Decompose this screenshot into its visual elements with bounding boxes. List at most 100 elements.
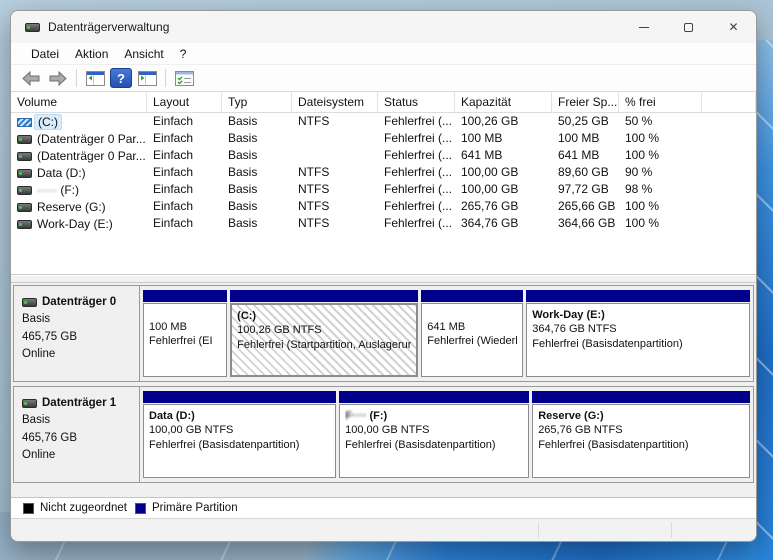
- redacted-volume-name: ·····: [37, 183, 57, 197]
- type-cell: Basis: [228, 199, 258, 213]
- layout-cell: Einfach: [153, 216, 194, 230]
- free-cell: 265,66 GB: [558, 199, 616, 213]
- volume-name-cell: (C:): [11, 113, 147, 130]
- column-header-dateisystem[interactable]: Dateisystem: [292, 92, 378, 112]
- disk-size: 465,75 GB: [22, 330, 77, 343]
- disk-type: Basis: [22, 313, 51, 326]
- volume-row-c[interactable]: (C:) Einfach Basis NTFS Fehlerfrei (... …: [11, 113, 756, 130]
- capacity-cell: 100,00 GB: [461, 165, 519, 179]
- disk-size: 465,76 GB: [22, 431, 77, 444]
- column-header-kapazitaet[interactable]: Kapazität: [455, 92, 552, 112]
- column-header-status[interactable]: Status: [378, 92, 455, 112]
- toolbar-separator: [76, 69, 77, 87]
- column-header-layout[interactable]: Layout: [147, 92, 222, 112]
- toolbar: ?: [11, 65, 756, 92]
- partition-status: Fehlerfrei (Basisdatenpartition): [532, 337, 683, 350]
- partition-status: Fehlerfrei (EI: [149, 335, 213, 348]
- fs-cell: NTFS: [298, 216, 330, 230]
- pane-splitter[interactable]: [11, 274, 756, 283]
- free-cell: 641 MB: [558, 148, 600, 162]
- partition-status: Fehlerfrei (Basisdatenpartition): [538, 438, 689, 451]
- disk-status: Online: [22, 347, 56, 360]
- partition-title: (C:): [237, 310, 257, 322]
- partition-size: 641 MB: [427, 321, 466, 333]
- toolbar-separator: [165, 69, 166, 87]
- disk-name: Datenträger 0: [42, 296, 117, 308]
- forward-arrow-icon: [49, 70, 67, 86]
- volume-list-pane: Volume Layout Typ Dateisystem Status Kap…: [11, 92, 756, 274]
- disk-graphical-pane: Datenträger 0 Basis 465,75 GB Online 100…: [11, 283, 756, 497]
- volume-name-cell: ····· (F:): [11, 181, 147, 198]
- menu-datei[interactable]: Datei: [23, 45, 67, 63]
- column-header-freier-sp[interactable]: Freier Sp...: [552, 92, 619, 112]
- type-cell: Basis: [228, 114, 258, 128]
- volume-name-cell: Work-Day (E:): [11, 215, 147, 232]
- customize-view-button[interactable]: [172, 67, 196, 89]
- disk-1-row: Datenträger 1 Basis 465,76 GB Online Dat…: [13, 386, 754, 483]
- show-action-pane-button[interactable]: [135, 67, 159, 89]
- partition-size: 265,76 GB NTFS: [538, 424, 623, 437]
- fs-cell: NTFS: [298, 182, 330, 196]
- partition-size: 100,00 GB NTFS: [345, 424, 430, 437]
- partition-title: Work-Day (E:): [532, 309, 605, 321]
- forward-button[interactable]: [46, 67, 70, 89]
- primary-partition-bar: [421, 290, 524, 302]
- volume-icon: [17, 185, 32, 195]
- legend-primary-partition: Primäre Partition: [134, 502, 238, 514]
- menu-aktion[interactable]: Aktion: [67, 45, 116, 63]
- free-cell: 97,72 GB: [558, 182, 609, 196]
- layout-cell: Einfach: [153, 199, 194, 213]
- maximize-button[interactable]: [666, 11, 711, 43]
- volume-icon: [17, 202, 32, 212]
- column-header-pct-frei[interactable]: % frei: [619, 92, 702, 112]
- primary-partition-bar: [143, 391, 337, 403]
- partition-title: Data (D:): [149, 410, 195, 422]
- menu-help[interactable]: ?: [172, 45, 195, 63]
- partition-data-d[interactable]: Data (D:) 100,00 GB NTFS Fehlerfrei (Bas…: [143, 391, 337, 478]
- volume-list-header: Volume Layout Typ Dateisystem Status Kap…: [11, 92, 756, 113]
- close-button[interactable]: ✕: [711, 11, 756, 43]
- column-header-volume[interactable]: Volume: [11, 92, 147, 112]
- volume-row-data-d[interactable]: Data (D:) Einfach Basis NTFS Fehlerfrei …: [11, 164, 756, 181]
- partition-efi[interactable]: 100 MB Fehlerfrei (EI: [143, 290, 228, 377]
- help-icon: ?: [117, 70, 125, 86]
- disk-0-row: Datenträger 0 Basis 465,75 GB Online 100…: [13, 285, 754, 382]
- type-cell: Basis: [228, 148, 258, 162]
- show-console-tree-button[interactable]: [83, 67, 107, 89]
- title-bar[interactable]: Datenträgerverwaltung ✕: [11, 11, 756, 43]
- capacity-cell: 364,76 GB: [461, 216, 519, 230]
- partition-reserve-g[interactable]: Reserve (G:) 265,76 GB NTFS Fehlerfrei (…: [532, 391, 751, 478]
- back-button[interactable]: [19, 67, 43, 89]
- primary-partition-color-swatch: [134, 502, 146, 514]
- column-header-empty: [702, 92, 756, 112]
- type-cell: Basis: [228, 182, 258, 196]
- partition-recovery[interactable]: 641 MB Fehlerfrei (Wiederh: [421, 290, 524, 377]
- pct-free-cell: 100 %: [625, 131, 660, 145]
- disk-management-window: Datenträgerverwaltung ✕ Datei Aktion Ans…: [10, 10, 757, 542]
- disk-status: Online: [22, 448, 56, 461]
- layout-cell: Einfach: [153, 165, 194, 179]
- console-tree-icon: [85, 70, 105, 86]
- volume-icon: [17, 168, 32, 178]
- close-icon: ✕: [728, 20, 739, 34]
- volume-row-disk0-part2[interactable]: (Datenträger 0 Par... Einfach Basis Fehl…: [11, 147, 756, 164]
- partition-c[interactable]: (C:) 100,26 GB NTFS Fehlerfrei (Startpar…: [230, 290, 419, 377]
- minimize-button[interactable]: [621, 11, 666, 43]
- minimize-icon: [638, 26, 649, 28]
- volume-row-workday-e[interactable]: Work-Day (E:) Einfach Basis NTFS Fehlerf…: [11, 215, 756, 232]
- action-pane-icon: [137, 70, 157, 86]
- partition-f[interactable]: F···· (F:) 100,00 GB NTFS Fehlerfrei (Ba…: [339, 391, 530, 478]
- column-header-typ[interactable]: Typ: [222, 92, 292, 112]
- status-cell: Fehlerfrei (...: [384, 165, 453, 179]
- help-button[interactable]: ?: [110, 68, 132, 88]
- disk-0-label-panel[interactable]: Datenträger 0 Basis 465,75 GB Online: [14, 286, 140, 381]
- partition-workday-e[interactable]: Work-Day (E:) 364,76 GB NTFS Fehlerfrei …: [526, 290, 750, 377]
- volume-row-f[interactable]: ····· (F:) Einfach Basis NTFS Fehlerfrei…: [11, 181, 756, 198]
- disk-1-label-panel[interactable]: Datenträger 1 Basis 465,76 GB Online: [14, 387, 140, 482]
- unallocated-color-swatch: [23, 502, 34, 514]
- volume-row-reserve-g[interactable]: Reserve (G:) Einfach Basis NTFS Fehlerfr…: [11, 198, 756, 215]
- partition-status: Fehlerfrei (Wiederh: [427, 335, 518, 348]
- disk-icon: [22, 298, 37, 308]
- volume-row-disk0-part1[interactable]: (Datenträger 0 Par... Einfach Basis Fehl…: [11, 130, 756, 147]
- menu-ansicht[interactable]: Ansicht: [116, 45, 171, 63]
